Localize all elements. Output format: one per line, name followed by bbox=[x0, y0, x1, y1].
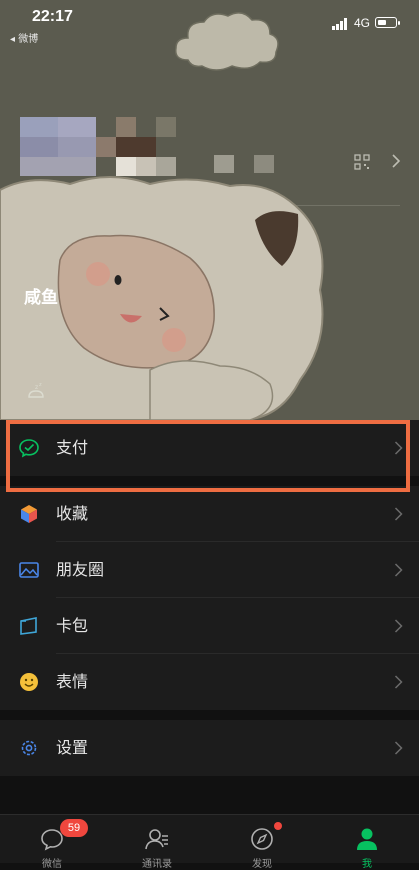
profile-header[interactable]: 咸鱼 z z 22:17 ◂ 微博 4G bbox=[0, 0, 419, 420]
tab-label: 发现 bbox=[252, 859, 272, 870]
username: 咸鱼 bbox=[24, 288, 58, 308]
tab-contacts[interactable]: 通讯录 bbox=[105, 815, 209, 870]
chevron-right-icon bbox=[394, 507, 403, 521]
new-content-dot bbox=[274, 822, 282, 830]
compass-icon bbox=[251, 828, 273, 850]
status-sleep-icon[interactable]: z z bbox=[26, 381, 46, 399]
menu-item-label: 表情 bbox=[56, 672, 89, 691]
menu-item-stickers[interactable]: 表情 bbox=[0, 654, 419, 710]
card-wallet-icon bbox=[20, 617, 37, 635]
chevron-right-icon bbox=[394, 675, 403, 689]
menu-item-label: 支付 bbox=[56, 438, 89, 457]
sheep-illustration bbox=[0, 176, 324, 420]
chevron-right-icon bbox=[394, 619, 403, 633]
section-gap bbox=[0, 710, 419, 720]
sticker-smile-icon bbox=[20, 673, 38, 691]
moments-image-icon bbox=[19, 562, 39, 578]
favorites-cube-icon bbox=[21, 505, 37, 523]
network-type: 4G bbox=[354, 16, 371, 30]
tab-me[interactable]: 我 bbox=[315, 815, 419, 870]
status-bar: 22:17 ◂ 微博 4G bbox=[0, 0, 419, 48]
menu-item-pay[interactable]: 支付 bbox=[0, 420, 419, 476]
bottom-tab-bar: 59 微信 通讯录 发现 我 bbox=[0, 814, 419, 870]
contacts-icon bbox=[145, 829, 168, 850]
menu-item-moments[interactable]: 朋友圈 bbox=[0, 542, 419, 598]
back-to-app-link[interactable]: ◂ 微博 bbox=[10, 30, 38, 45]
svg-text:z: z bbox=[35, 384, 38, 391]
battery-icon bbox=[375, 17, 400, 28]
settings-gear-icon bbox=[21, 740, 37, 756]
tab-chats[interactable]: 59 微信 bbox=[0, 815, 104, 870]
qr-code-icon[interactable] bbox=[354, 154, 370, 170]
tab-label: 我 bbox=[362, 859, 372, 870]
me-menu-list: 支付 收藏 朋友圈 卡包 表情 设置 bbox=[0, 420, 419, 776]
menu-item-label: 收藏 bbox=[56, 504, 89, 523]
menu-item-cards[interactable]: 卡包 bbox=[0, 598, 419, 654]
wechat-pay-icon bbox=[19, 439, 39, 458]
chevron-right-icon bbox=[394, 563, 403, 577]
signal-icon bbox=[332, 18, 347, 30]
menu-item-settings[interactable]: 设置 bbox=[0, 720, 419, 776]
status-time: 22:17 bbox=[32, 8, 73, 25]
menu-item-label: 卡包 bbox=[56, 616, 89, 635]
menu-item-label: 设置 bbox=[56, 738, 89, 757]
menu-item-favorites[interactable]: 收藏 bbox=[0, 486, 419, 542]
me-person-icon bbox=[357, 828, 377, 850]
chevron-right-icon bbox=[394, 741, 403, 755]
tab-label: 微信 bbox=[42, 859, 62, 870]
section-gap bbox=[0, 476, 419, 486]
svg-text:z: z bbox=[39, 382, 42, 388]
menu-item-label: 朋友圈 bbox=[56, 560, 105, 579]
tab-discover[interactable]: 发现 bbox=[210, 815, 314, 870]
chevron-right-icon[interactable] bbox=[390, 152, 402, 170]
unread-badge: 59 bbox=[60, 819, 88, 837]
tab-label: 通讯录 bbox=[142, 859, 172, 870]
chevron-right-icon bbox=[394, 441, 403, 455]
